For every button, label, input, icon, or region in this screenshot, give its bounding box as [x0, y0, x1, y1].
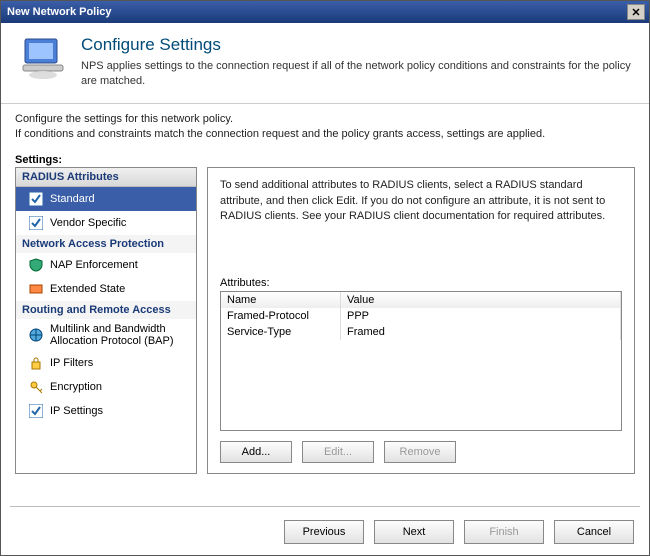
cell-name: Service-Type: [221, 324, 341, 340]
edit-button[interactable]: Edit...: [302, 441, 374, 463]
sidebar-item-label: Standard: [50, 193, 95, 205]
wizard-header: Configure Settings NPS applies settings …: [1, 23, 649, 104]
group-radius-attributes: RADIUS Attributes: [16, 168, 196, 187]
sidebar-item-vendor-specific[interactable]: Vendor Specific: [16, 211, 196, 235]
wizard-footer: Previous Next Finish Cancel: [284, 520, 634, 544]
check-icon: [28, 403, 44, 419]
previous-button[interactable]: Previous: [284, 520, 364, 544]
cell-value: Framed: [341, 324, 621, 340]
cell-value: PPP: [341, 308, 621, 324]
attributes-header: Name Value: [221, 292, 621, 308]
sidebar-item-multilink-bap[interactable]: Multilink and Bandwidth Allocation Proto…: [16, 319, 196, 351]
state-icon: [28, 281, 44, 297]
settings-tree[interactable]: RADIUS Attributes Standard Vendor Specif…: [15, 167, 197, 474]
detail-pane: To send additional attributes to RADIUS …: [207, 167, 635, 474]
globe-icon: [28, 327, 44, 343]
close-button[interactable]: ✕: [627, 4, 645, 20]
close-icon: ✕: [631, 6, 640, 19]
group-nap: Network Access Protection: [16, 235, 196, 253]
sidebar-item-label: Encryption: [50, 381, 102, 393]
cancel-button[interactable]: Cancel: [554, 520, 634, 544]
column-name[interactable]: Name: [221, 292, 341, 308]
window-title: New Network Policy: [7, 6, 627, 18]
page-subtext: NPS applies settings to the connection r…: [81, 59, 631, 89]
sidebar-item-label: NAP Enforcement: [50, 259, 138, 271]
remove-button[interactable]: Remove: [384, 441, 456, 463]
shield-icon: [28, 257, 44, 273]
column-value[interactable]: Value: [341, 292, 621, 308]
add-button[interactable]: Add...: [220, 441, 292, 463]
instruction-line: Configure the settings for this network …: [15, 112, 635, 127]
table-row[interactable]: Service-Type Framed: [221, 324, 621, 340]
cell-name: Framed-Protocol: [221, 308, 341, 324]
attributes-label: Attributes:: [220, 277, 622, 289]
table-row[interactable]: Framed-Protocol PPP: [221, 308, 621, 324]
sidebar-item-label: IP Settings: [50, 405, 103, 417]
finish-button[interactable]: Finish: [464, 520, 544, 544]
group-rras: Routing and Remote Access: [16, 301, 196, 319]
sidebar-item-extended-state[interactable]: Extended State: [16, 277, 196, 301]
lock-icon: [28, 355, 44, 371]
key-icon: [28, 379, 44, 395]
attributes-list[interactable]: Name Value Framed-Protocol PPP Service-T…: [220, 291, 622, 431]
sidebar-item-standard[interactable]: Standard: [16, 187, 196, 211]
instructions: Configure the settings for this network …: [1, 104, 649, 147]
check-icon: [28, 215, 44, 231]
sidebar-item-ip-filters[interactable]: IP Filters: [16, 351, 196, 375]
sidebar-item-nap-enforcement[interactable]: NAP Enforcement: [16, 253, 196, 277]
pane-description: To send additional attributes to RADIUS …: [220, 178, 622, 224]
sidebar-item-label: Extended State: [50, 283, 125, 295]
settings-label: Settings:: [15, 154, 649, 166]
sidebar-item-label: Vendor Specific: [50, 217, 126, 229]
next-button[interactable]: Next: [374, 520, 454, 544]
sidebar-item-encryption[interactable]: Encryption: [16, 375, 196, 399]
sidebar-item-label: IP Filters: [50, 357, 93, 369]
monitor-icon: [19, 35, 67, 83]
sidebar-item-ip-settings[interactable]: IP Settings: [16, 399, 196, 423]
check-icon: [28, 191, 44, 207]
instruction-line: If conditions and constraints match the …: [15, 127, 635, 142]
divider: [10, 506, 640, 508]
titlebar: New Network Policy ✕: [1, 1, 649, 23]
sidebar-item-label: Multilink and Bandwidth Allocation Proto…: [50, 323, 190, 347]
page-title: Configure Settings: [81, 35, 631, 55]
